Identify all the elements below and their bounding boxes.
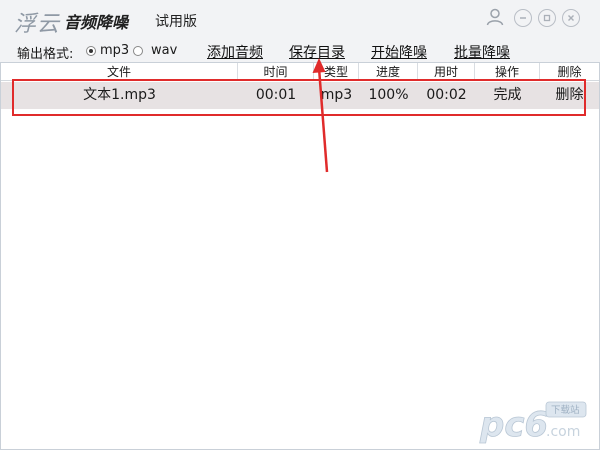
edition-label: 试用版: [155, 14, 197, 30]
pc6-watermark-logo: pc6 下载站 .com: [479, 401, 587, 444]
cell-type: mp3: [320, 87, 353, 103]
start-denoise-button[interactable]: 开始降噪: [371, 42, 427, 62]
cell-time: 00:01: [255, 87, 297, 103]
format-label-wav: wav: [151, 43, 178, 58]
user-icon[interactable]: [485, 7, 505, 27]
format-radio-wav[interactable]: [133, 46, 143, 56]
output-format-label: 输出格式:: [17, 47, 74, 62]
column-header-progress[interactable]: 进度: [359, 63, 418, 81]
cell-progress: 100%: [368, 87, 409, 103]
format-radio-mp3[interactable]: [86, 46, 96, 56]
close-icon[interactable]: [562, 9, 580, 27]
table-header: 文件 时间 类型 进度 用时 操作 删除: [1, 63, 599, 81]
restore-icon[interactable]: [538, 9, 556, 27]
add-audio-button[interactable]: 添加音频: [207, 42, 263, 62]
svg-text:pc6: pc6: [479, 405, 548, 444]
column-header-file[interactable]: 文件: [1, 63, 238, 81]
minimize-icon[interactable]: [514, 9, 532, 27]
toolbar: 输出格式: mp3 wav 添加音频 保存目录 开始降噪 批量降噪: [0, 40, 600, 62]
column-header-duration[interactable]: 用时: [418, 63, 475, 81]
batch-denoise-button[interactable]: 批量降噪: [454, 42, 510, 62]
cell-file: 文本1.mp3: [83, 87, 156, 103]
title-bar: 浮云 音频降噪 试用版: [0, 0, 600, 40]
column-header-action[interactable]: 操作: [475, 63, 540, 81]
column-header-type[interactable]: 类型: [314, 63, 359, 81]
column-header-delete[interactable]: 删除: [540, 63, 599, 81]
svg-text:下载站: 下载站: [551, 404, 580, 416]
cell-status: 完成: [493, 87, 522, 103]
app-name: 音频降噪: [64, 13, 129, 32]
save-dir-button[interactable]: 保存目录: [289, 42, 345, 62]
format-label-mp3: mp3: [100, 43, 130, 58]
table-row[interactable]: 文本1.mp3 00:01 mp3 100% 00:02 完成 删除: [1, 82, 599, 109]
app-logo: 浮云: [14, 12, 61, 37]
svg-text:.com: .com: [546, 424, 580, 440]
column-header-time[interactable]: 时间: [238, 63, 314, 81]
delete-button[interactable]: 删除: [540, 82, 599, 109]
cell-duration: 00:02: [426, 87, 467, 103]
file-table: 文件 时间 类型 进度 用时 操作 删除 文本1.mp3 00:01 mp3 1…: [0, 62, 600, 450]
